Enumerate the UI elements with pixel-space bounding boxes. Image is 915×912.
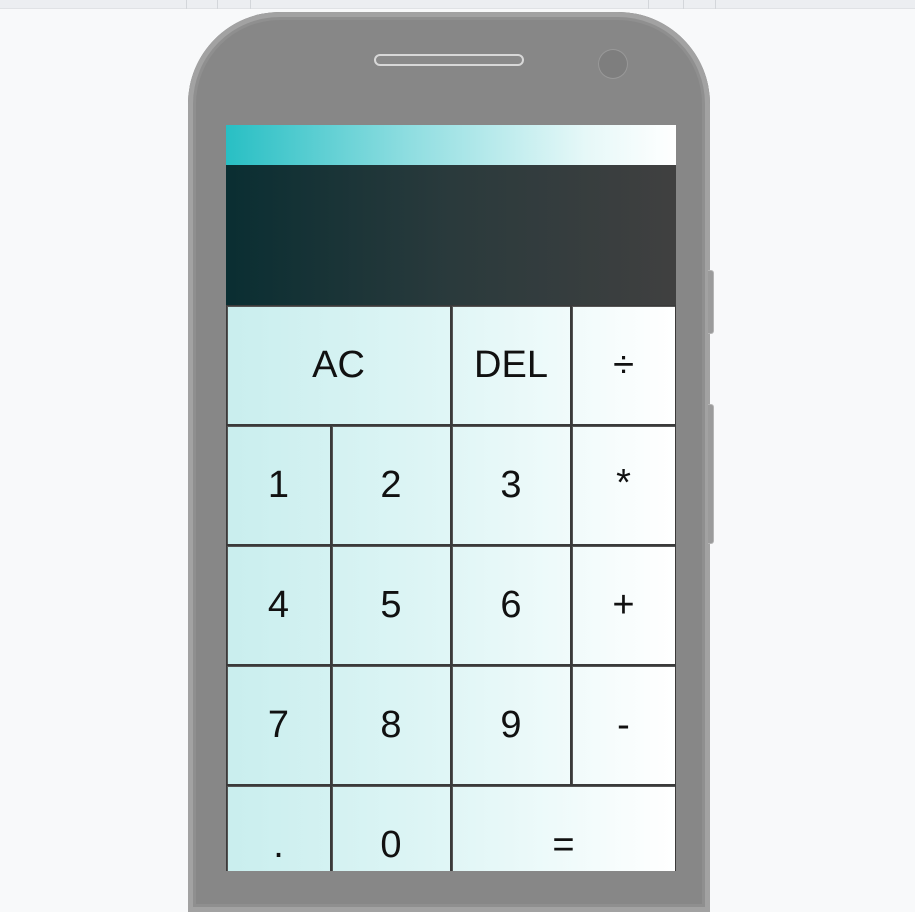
- power-button: [708, 404, 714, 544]
- digit-8-button[interactable]: 8: [331, 665, 451, 785]
- speaker-grille: [374, 54, 524, 66]
- equals-button[interactable]: =: [451, 785, 676, 871]
- all-clear-button[interactable]: AC: [226, 305, 451, 425]
- digit-5-button[interactable]: 5: [331, 545, 451, 665]
- delete-button[interactable]: DEL: [451, 305, 571, 425]
- multiply-button[interactable]: *: [571, 425, 676, 545]
- browser-top-strip: [0, 0, 915, 9]
- digit-3-button[interactable]: 3: [451, 425, 571, 545]
- previous-operand: [240, 185, 662, 211]
- status-bar: [226, 125, 676, 165]
- divide-button[interactable]: ÷: [571, 305, 676, 425]
- digit-0-button[interactable]: 0: [331, 785, 451, 871]
- phone-screen: AC DEL ÷ 1 2 3 * 4 5 6 + 7 8 9 - . 0 =: [226, 125, 676, 871]
- plus-button[interactable]: +: [571, 545, 676, 665]
- volume-button: [708, 270, 714, 334]
- digit-2-button[interactable]: 2: [331, 425, 451, 545]
- calculator-display: [226, 165, 676, 305]
- digit-1-button[interactable]: 1: [226, 425, 331, 545]
- keypad: AC DEL ÷ 1 2 3 * 4 5 6 + 7 8 9 - . 0 =: [226, 305, 676, 871]
- digit-7-button[interactable]: 7: [226, 665, 331, 785]
- digit-4-button[interactable]: 4: [226, 545, 331, 665]
- front-camera-icon: [598, 49, 628, 79]
- decimal-button[interactable]: .: [226, 785, 331, 871]
- minus-button[interactable]: -: [571, 665, 676, 785]
- digit-9-button[interactable]: 9: [451, 665, 571, 785]
- digit-6-button[interactable]: 6: [451, 545, 571, 665]
